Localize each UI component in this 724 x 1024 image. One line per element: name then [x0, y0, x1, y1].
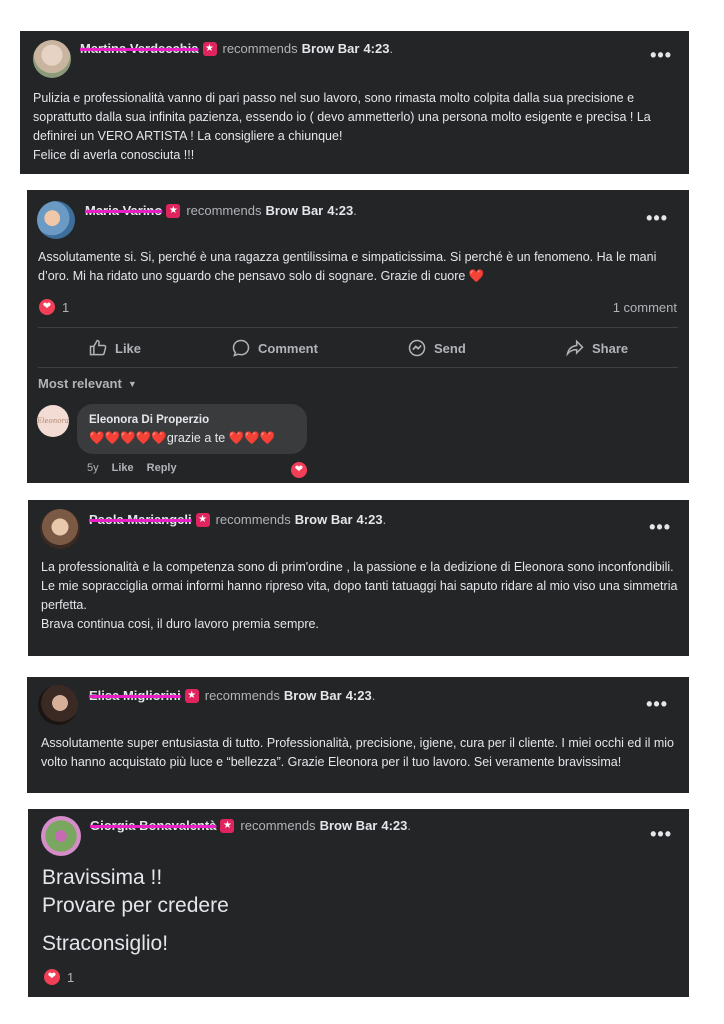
recommends-label: recommends	[204, 688, 280, 703]
author-name[interactable]: Maria Varino	[85, 203, 162, 218]
review-text: La professionalità e la competenza sono …	[41, 560, 678, 631]
comment-label: Comment	[258, 340, 318, 356]
review-card-2: Maria Varino ★ recommends Brow Bar 4:23 …	[27, 190, 689, 483]
comment-button[interactable]: Comment	[231, 338, 318, 358]
review-line-2: Provare per credere	[42, 894, 229, 917]
author-name[interactable]: Elisa Migliorini	[89, 688, 181, 703]
review-card-5: Giorgia Bonavalentà ★ recommends Brow Ba…	[28, 809, 689, 997]
page-link[interactable]: Brow Bar	[265, 203, 323, 218]
author-name[interactable]: Martina Verdecchia	[80, 41, 199, 56]
post-time[interactable]: 4:23	[346, 688, 372, 703]
author-avatar[interactable]	[41, 816, 81, 856]
reaction-count[interactable]: 1	[62, 300, 69, 315]
share-arrow-icon	[566, 339, 584, 357]
page-link[interactable]: Brow Bar	[295, 512, 353, 527]
comment-heart-reaction-icon[interactable]: ❤	[289, 460, 309, 480]
review-line-3: Straconsiglio!	[42, 932, 169, 955]
more-options-icon[interactable]: •••	[649, 517, 671, 538]
share-button[interactable]: Share	[565, 338, 628, 358]
recommend-star-icon: ★	[202, 41, 217, 56]
review-card-1: Martina Verdecchia ★ recommends Brow Bar…	[20, 31, 689, 174]
recommend-star-icon: ★	[166, 203, 181, 218]
author-avatar[interactable]	[38, 685, 78, 725]
author-name[interactable]: Giorgia Bonavalentà	[90, 818, 216, 833]
comment-like-button[interactable]: Like	[112, 462, 134, 474]
post-time[interactable]: 4:23	[363, 41, 389, 56]
send-button[interactable]: Send	[407, 338, 466, 358]
caret-down-icon: ▼	[127, 378, 137, 389]
page-link[interactable]: Brow Bar	[302, 41, 360, 56]
reaction-count[interactable]: 1	[67, 970, 74, 985]
review-card-4: Elisa Migliorini ★ recommends Brow Bar 4…	[27, 677, 689, 793]
comment-count[interactable]: 1 comment	[613, 300, 677, 315]
divider	[38, 367, 678, 368]
review-line-1: Bravissima !!	[42, 866, 163, 889]
comment-reply-button[interactable]: Reply	[147, 462, 177, 474]
heart-reaction-icon[interactable]: ❤	[39, 299, 55, 315]
divider	[38, 327, 678, 328]
sort-label: Most relevant	[38, 376, 122, 391]
post-time[interactable]: 4:23	[381, 818, 407, 833]
author-name[interactable]: Paola Mariangeli	[89, 512, 192, 527]
send-label: Send	[434, 340, 466, 356]
comment-age[interactable]: 5y	[87, 462, 99, 474]
more-options-icon[interactable]: •••	[646, 208, 668, 229]
author-avatar[interactable]	[37, 201, 75, 239]
brand-logo-icon: Eleonora	[37, 417, 69, 425]
comment-bubble-icon	[232, 339, 250, 357]
recommend-star-icon: ★	[220, 818, 235, 833]
more-options-icon[interactable]: •••	[646, 694, 668, 715]
recommends-label: recommends	[222, 41, 298, 56]
comment-bubble: Eleonora Di Properzio ❤️❤️❤️❤️❤️grazie a…	[77, 404, 307, 454]
recommend-star-icon: ★	[195, 512, 210, 527]
messenger-icon	[408, 339, 426, 357]
like-label: Like	[115, 340, 142, 356]
commenter-avatar[interactable]: Eleonora	[37, 405, 69, 437]
thumbs-up-icon	[89, 339, 107, 356]
author-avatar[interactable]	[40, 509, 80, 549]
share-label: Share	[592, 340, 629, 356]
sort-comments-dropdown[interactable]: Most relevant ▼	[38, 376, 137, 391]
more-options-icon[interactable]: •••	[650, 45, 672, 66]
review-card-3: Paola Mariangeli ★ recommends Brow Bar 4…	[28, 500, 689, 656]
like-button[interactable]: Like	[88, 338, 141, 358]
review-text: Assolutamente super entusiasta di tutto.…	[41, 736, 674, 769]
page-link[interactable]: Brow Bar	[284, 688, 342, 703]
commenter-name[interactable]: Eleonora Di Properzio	[89, 414, 209, 426]
review-text: Pulizia e professionalità vanno di pari …	[33, 91, 651, 162]
recommends-label: recommends	[215, 512, 291, 527]
comment-text: ❤️❤️❤️❤️❤️grazie a te ❤️❤️❤️	[89, 431, 276, 445]
post-time[interactable]: 4:23	[357, 512, 383, 527]
review-text: Assolutamente si. Si, perché è una ragaz…	[38, 250, 657, 283]
more-options-icon[interactable]: •••	[650, 824, 672, 845]
recommend-star-icon: ★	[184, 688, 199, 703]
recommends-label: recommends	[186, 203, 262, 218]
heart-reaction-icon[interactable]: ❤	[44, 969, 60, 985]
post-time[interactable]: 4:23	[327, 203, 353, 218]
recommends-label: recommends	[240, 818, 316, 833]
page-link[interactable]: Brow Bar	[320, 818, 378, 833]
author-avatar[interactable]	[33, 40, 71, 78]
